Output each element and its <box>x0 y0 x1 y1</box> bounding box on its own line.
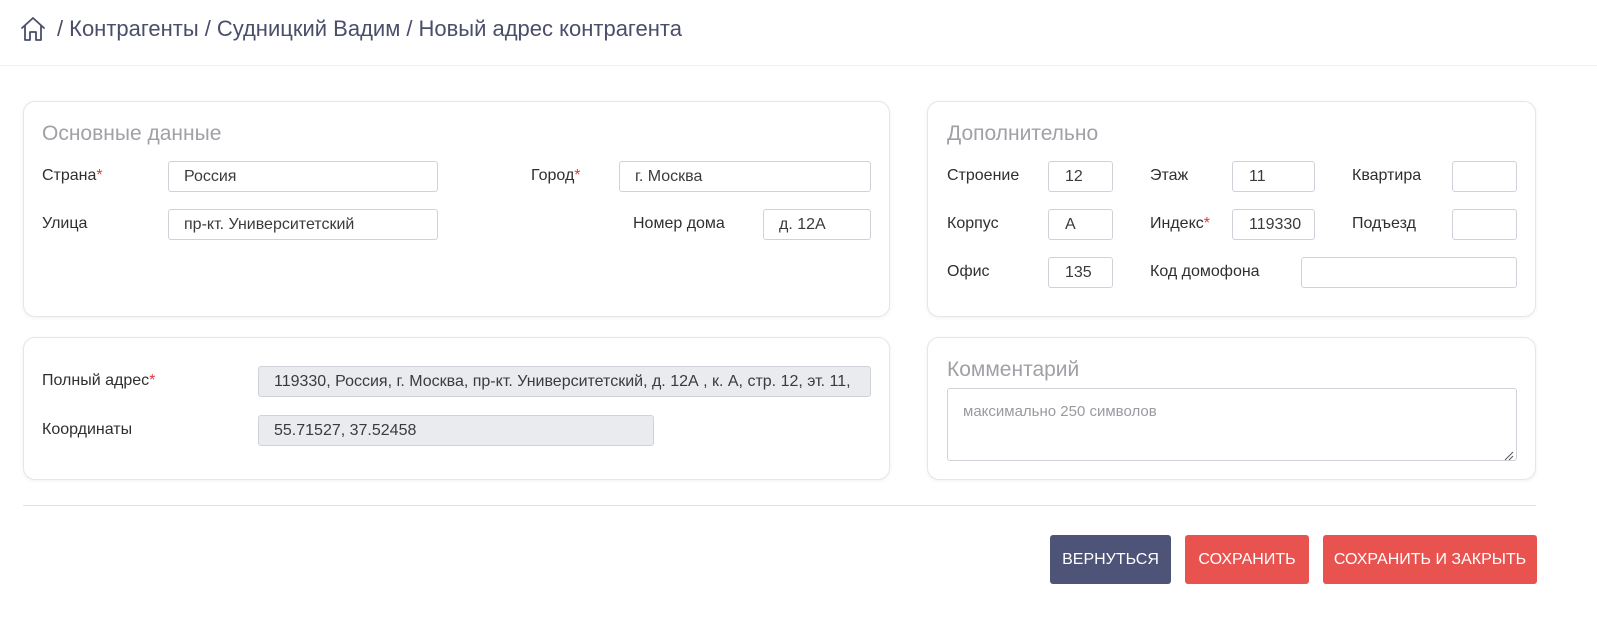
entrance-field[interactable] <box>1452 209 1517 240</box>
comment-title: Комментарий <box>947 358 1080 381</box>
building-label: Строение <box>947 167 1020 184</box>
office-field[interactable]: 135 <box>1048 257 1113 288</box>
building-field[interactable]: 12 <box>1048 161 1113 192</box>
main-data-card: Основные данные Страна* Россия Город* г.… <box>23 101 890 317</box>
office-label: Офис <box>947 263 990 280</box>
street-field[interactable]: пр-кт. Университетский <box>168 209 438 240</box>
section-divider <box>23 505 1536 506</box>
breadcrumb: / Контрагенты / Судницкий Вадим / Новый … <box>19 12 682 46</box>
coordinates-label: Координаты <box>42 421 133 438</box>
floor-field[interactable]: 11 <box>1232 161 1315 192</box>
index-label: Индекс* <box>1150 215 1210 232</box>
breadcrumb-separator: / <box>406 16 413 41</box>
apartment-field[interactable] <box>1452 161 1517 192</box>
breadcrumb-separator: / <box>204 16 211 41</box>
page-content: Основные данные Страна* Россия Город* г.… <box>0 66 1597 623</box>
comment-textarea[interactable]: максимально 250 символов <box>947 388 1517 461</box>
breadcrumb-counterparties[interactable]: Контрагенты <box>69 16 199 42</box>
coordinates-field[interactable]: 55.71527, 37.52458 <box>258 415 654 446</box>
breadcrumb-counterparty-name[interactable]: Судницкий Вадим <box>217 16 401 42</box>
intercom-code-field[interactable] <box>1301 257 1517 288</box>
city-label: Город* <box>531 167 581 184</box>
breadcrumb-current-page: Новый адрес контрагента <box>418 16 682 41</box>
index-field[interactable]: 119330 <box>1232 209 1315 240</box>
top-bar: / Контрагенты / Судницкий Вадим / Новый … <box>0 0 1597 66</box>
comment-card: Комментарий максимально 250 символов <box>927 337 1536 480</box>
entrance-label: Подъезд <box>1352 215 1416 232</box>
save-and-close-button[interactable]: Сохранить и закрыть <box>1323 535 1537 584</box>
breadcrumb-separator: / <box>57 16 64 41</box>
resize-handle-icon[interactable] <box>1504 448 1514 461</box>
back-button[interactable]: Вернуться <box>1050 535 1171 584</box>
intercom-code-label: Код домофона <box>1150 263 1260 280</box>
street-label: Улица <box>42 215 88 232</box>
full-address-card: Полный адрес* 119330, Россия, г. Москва,… <box>23 337 890 480</box>
additional-data-title: Дополнительно <box>947 122 1099 145</box>
floor-label: Этаж <box>1150 167 1189 184</box>
house-number-label: Номер дома <box>633 215 725 232</box>
block-field[interactable]: А <box>1048 209 1113 240</box>
main-data-title: Основные данные <box>42 122 222 145</box>
country-label: Страна* <box>42 167 103 184</box>
house-number-field[interactable]: д. 12А <box>763 209 871 240</box>
block-label: Корпус <box>947 215 999 232</box>
full-address-field[interactable]: 119330, Россия, г. Москва, пр-кт. Универ… <box>258 366 871 397</box>
country-field[interactable]: Россия <box>168 161 438 192</box>
additional-data-card: Дополнительно Строение 12 Этаж 11 Кварти… <box>927 101 1536 317</box>
save-button[interactable]: Сохранить <box>1185 535 1309 584</box>
city-field[interactable]: г. Москва <box>619 161 871 192</box>
full-address-label: Полный адрес* <box>42 372 156 389</box>
apartment-label: Квартира <box>1352 167 1422 184</box>
home-icon[interactable] <box>19 15 47 43</box>
